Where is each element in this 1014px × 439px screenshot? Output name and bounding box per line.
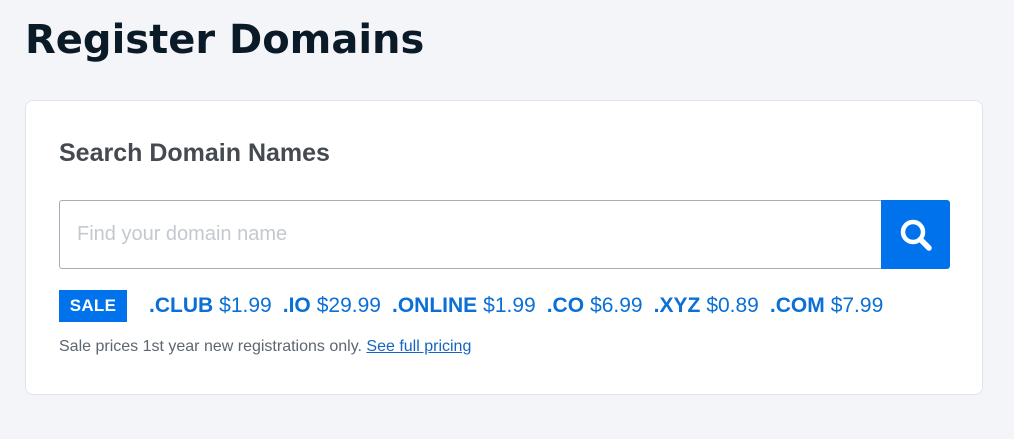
tld-name: .COM [769,294,825,317]
tld-price: $6.99 [590,294,643,317]
tld-io[interactable]: .IO $29.99 [283,294,381,318]
tld-name: .ONLINE [391,294,478,317]
tld-price: $1.99 [219,294,272,317]
search-heading: Search Domain Names [59,139,330,167]
tld-co[interactable]: .CO $6.99 [547,294,643,318]
tld-price: $0.89 [706,294,759,317]
search-bar [59,200,950,269]
tld-xyz[interactable]: .XYZ $0.89 [654,294,759,318]
tld-price: $1.99 [483,294,536,317]
search-button[interactable] [881,200,950,269]
search-icon [900,219,932,251]
tld-price: $7.99 [830,294,884,317]
sale-badge: SALE [59,290,127,322]
tld-name: .CO [546,294,585,317]
tld-com[interactable]: .COM $7.99 [770,294,883,318]
see-full-pricing-link[interactable]: See full pricing [366,338,471,355]
sale-disclaimer: Sale prices 1st year new registrations o… [59,338,471,356]
tld-name: .XYZ [653,294,701,317]
tld-club[interactable]: .CLUB $1.99 [149,294,272,318]
tld-name: .IO [282,294,311,317]
tld-price: $29.99 [316,294,381,317]
tld-online[interactable]: .ONLINE $1.99 [392,294,536,318]
domain-search-input[interactable] [59,200,881,269]
sale-disclaimer-text: Sale prices 1st year new registrations o… [59,338,362,355]
domain-search-card: Search Domain Names SALE .CLUB $1.99 .IO… [25,100,983,395]
tld-name: .CLUB [149,294,214,317]
page-title: Register Domains [25,17,425,63]
sale-tld-list: SALE .CLUB $1.99 .IO $29.99 .ONLINE $1.9… [59,290,894,322]
